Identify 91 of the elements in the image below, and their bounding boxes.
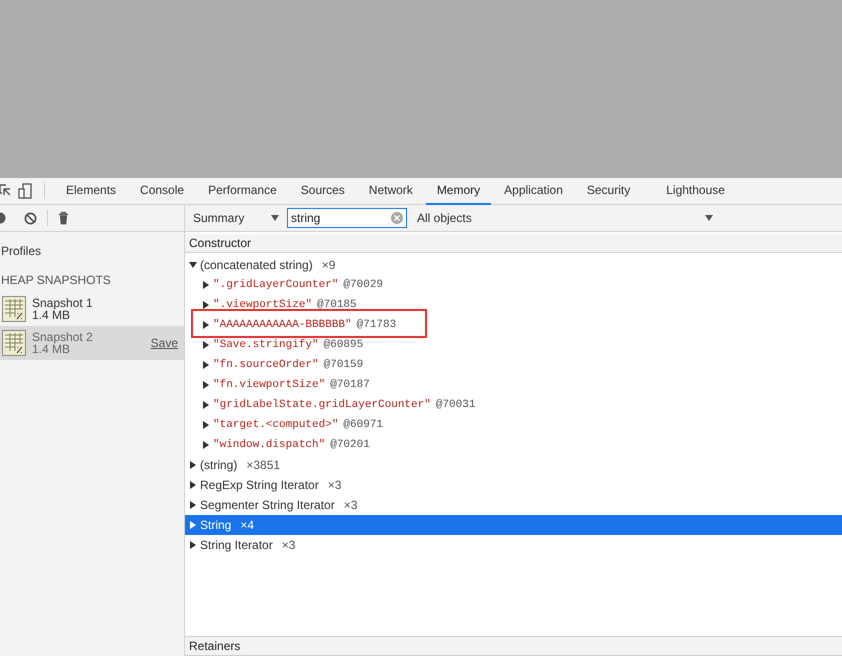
snapshot-icon (2, 296, 26, 322)
tree-row[interactable]: "target.<computed>" @60971 (185, 415, 842, 435)
clear-field-icon[interactable] (391, 212, 403, 224)
snapshot-size: 1.4 MB (32, 309, 70, 321)
caret-icon (271, 215, 279, 221)
constructor-name: String (200, 518, 232, 532)
constructor-name: String Iterator (200, 538, 273, 552)
section-heading: HEAP SNAPSHOTS (1, 273, 112, 287)
panel-tab[interactable]: Performance (197, 178, 288, 204)
snapshot-icon (2, 330, 26, 356)
expand-arrow-icon[interactable] (202, 441, 210, 449)
view-dropdown[interactable]: Summary (191, 207, 281, 229)
string-value: "gridLabelState.gridLayerCounter" (213, 399, 431, 411)
panel-tab[interactable]: Security (576, 178, 642, 204)
caret-icon (705, 215, 713, 221)
panel-tab[interactable]: Lighthouse (655, 178, 736, 204)
tree-row[interactable]: ".gridLayerCounter" @70029 (185, 275, 842, 295)
snapshot-size: 1.4 MB (32, 343, 70, 355)
string-value: ".gridLayerCounter" (213, 279, 338, 291)
object-id: @70187 (330, 379, 370, 391)
tree-row[interactable]: RegExp String Iterator ×3 (185, 475, 842, 495)
panel-tab[interactable]: Elements (55, 178, 128, 204)
column-header[interactable]: Constructor (185, 234, 842, 253)
string-value: "fn.viewportSize" (213, 379, 326, 391)
class-filter-dropdown[interactable]: All objects (415, 207, 715, 229)
tree-row[interactable]: "AAAAAAAAAAAA-BBBBBB" @71783 (185, 315, 842, 335)
expand-arrow-icon[interactable] (202, 341, 210, 349)
expand-arrow-icon[interactable] (202, 321, 210, 329)
string-value: "AAAAAAAAAAAA-BBBBBB" (213, 319, 352, 331)
sidebar-title: Profiles (1, 244, 42, 258)
snapshot-item[interactable]: Snapshot 2 1.4 MB Save (0, 326, 184, 360)
retainers-header: Retainers (185, 636, 842, 656)
tree-row[interactable]: "window.dispatch" @70201 (185, 435, 842, 455)
string-value: "fn.sourceOrder" (213, 359, 319, 371)
panel-tab[interactable]: Application (493, 178, 574, 204)
tree-row[interactable]: "fn.sourceOrder" @70159 (185, 355, 842, 375)
tree-row[interactable]: ".viewportSize" @70185 (185, 295, 842, 315)
tree-row[interactable]: Segmenter String Iterator ×3 (185, 495, 842, 515)
object-count: ×3 (344, 498, 358, 512)
snapshot-item[interactable]: Snapshot 1 1.4 MB (0, 292, 184, 326)
expand-arrow-icon[interactable] (202, 301, 210, 309)
string-value: "window.dispatch" (213, 439, 326, 451)
string-value: "target.<computed>" (213, 419, 338, 431)
snapshot-name: Snapshot 1 (32, 297, 94, 309)
expand-arrow-icon[interactable] (202, 281, 210, 289)
constructor-name: RegExp String Iterator (200, 478, 319, 492)
panel-tab[interactable]: Network (358, 178, 424, 204)
expand-arrow-icon[interactable] (202, 361, 210, 369)
expand-arrow-icon[interactable] (189, 541, 197, 549)
expand-arrow-icon[interactable] (189, 261, 197, 269)
object-count: ×3 (328, 478, 342, 492)
panel-tab[interactable]: Sources (290, 178, 356, 204)
tree-row[interactable]: String Iterator ×3 (185, 535, 842, 555)
tree-row[interactable]: (string) ×3851 (185, 455, 842, 475)
object-count: ×4 (240, 518, 254, 532)
inspect-icon[interactable] (0, 184, 10, 198)
object-id: @70201 (330, 439, 370, 451)
object-id: @70031 (436, 399, 476, 411)
expand-arrow-icon[interactable] (189, 461, 197, 469)
filter-field[interactable]: string (287, 208, 407, 228)
device-icon[interactable] (18, 183, 32, 199)
clear-icon[interactable] (24, 212, 37, 224)
constructor-name: (string) (200, 458, 238, 472)
tree-row[interactable]: "gridLabelState.gridLayerCounter" @70031 (185, 395, 842, 415)
string-value: ".viewportSize" (213, 299, 312, 311)
snapshot-name: Snapshot 2 (32, 331, 94, 343)
string-value: "Save.stringify" (213, 339, 319, 351)
object-id: @70159 (324, 359, 364, 371)
save-link[interactable]: Save (150, 336, 178, 350)
expand-arrow-icon[interactable] (189, 501, 197, 509)
object-count: ×9 (322, 258, 336, 272)
object-count: ×3851 (246, 458, 280, 472)
tree-row[interactable]: (concatenated string) ×9 (185, 255, 842, 275)
tree-row[interactable]: "fn.viewportSize" @70187 (185, 375, 842, 395)
object-count: ×3 (282, 538, 296, 552)
constructor-name: (concatenated string) (200, 258, 313, 272)
expand-arrow-icon[interactable] (202, 381, 210, 389)
tree-row[interactable]: "Save.stringify" @60895 (185, 335, 842, 355)
object-id: @60971 (343, 419, 384, 431)
constructor-name: Segmenter String Iterator (200, 498, 335, 512)
record-icon[interactable] (0, 212, 6, 224)
object-id: @60895 (324, 339, 364, 351)
expand-arrow-icon[interactable] (202, 401, 210, 409)
tree-row[interactable]: String ×4 (185, 515, 842, 535)
panel-tab[interactable]: Console (129, 178, 196, 204)
object-id: @71783 (356, 319, 396, 331)
trash-icon[interactable] (58, 211, 69, 225)
object-id: @70029 (343, 279, 384, 291)
expand-arrow-icon[interactable] (189, 481, 197, 489)
expand-arrow-icon[interactable] (202, 421, 210, 429)
object-id: @70185 (317, 299, 357, 311)
